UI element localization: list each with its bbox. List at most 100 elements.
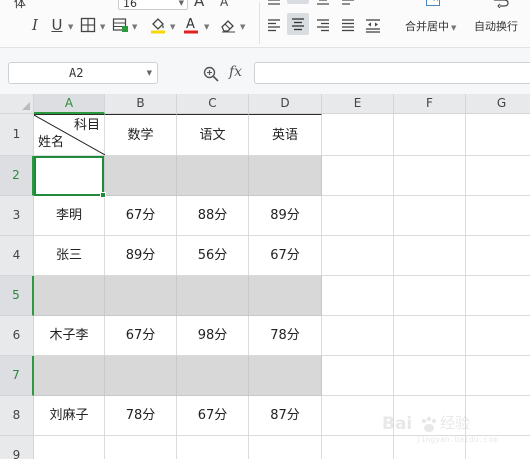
- column-header-b[interactable]: B: [105, 94, 177, 114]
- cell-c2[interactable]: [177, 156, 249, 196]
- cell-a3-name[interactable]: 李明: [34, 196, 105, 236]
- cell-d9[interactable]: [249, 436, 322, 459]
- align-bottom-icon[interactable]: [313, 0, 333, 12]
- cell-f3[interactable]: [394, 196, 466, 236]
- auto-wrap-button[interactable]: 自动换行: [470, 0, 530, 46]
- cell-e3[interactable]: [322, 196, 394, 236]
- row-header-4[interactable]: 4: [0, 236, 34, 276]
- cell-a5[interactable]: [34, 276, 105, 316]
- row-header-2[interactable]: 2: [0, 156, 34, 196]
- align-left-icon[interactable]: [264, 15, 284, 35]
- select-all-corner[interactable]: [0, 94, 34, 114]
- border-icon[interactable]: [78, 15, 98, 35]
- cell-d8-score[interactable]: 87分: [249, 396, 322, 436]
- name-box[interactable]: A2 ▼: [8, 62, 158, 84]
- align-right-icon[interactable]: [313, 15, 333, 35]
- cell-d1-subject-english[interactable]: 英语: [249, 114, 322, 156]
- chevron-down-icon[interactable]: ▼: [100, 24, 105, 31]
- cell-c3-score[interactable]: 88分: [177, 196, 249, 236]
- cell-b5[interactable]: [105, 276, 177, 316]
- cell-d2[interactable]: [249, 156, 322, 196]
- row-header-3[interactable]: 3: [0, 196, 34, 236]
- cell-e1[interactable]: [322, 114, 394, 156]
- cell-a6-name[interactable]: 木子李: [34, 316, 105, 356]
- cell-e6[interactable]: [322, 316, 394, 356]
- cell-g7[interactable]: [466, 356, 530, 396]
- column-header-f[interactable]: F: [394, 94, 466, 114]
- justify-icon[interactable]: [338, 15, 358, 35]
- font-size-combo[interactable]: 16 ▼: [118, 0, 188, 10]
- underline-button[interactable]: U: [50, 15, 64, 35]
- cell-e5[interactable]: [322, 276, 394, 316]
- cell-c9[interactable]: [177, 436, 249, 459]
- cell-f7[interactable]: [394, 356, 466, 396]
- row-header-5[interactable]: 5: [0, 276, 34, 316]
- cell-a9[interactable]: [34, 436, 105, 459]
- cell-b4-score[interactable]: 89分: [105, 236, 177, 276]
- column-header-a[interactable]: A: [34, 94, 105, 114]
- column-header-e[interactable]: E: [322, 94, 394, 114]
- column-header-c[interactable]: C: [177, 94, 249, 114]
- orientation-icon[interactable]: [338, 0, 358, 12]
- zoom-icon[interactable]: [202, 65, 220, 83]
- column-header-g[interactable]: G: [466, 94, 530, 114]
- cell-b1-subject-math[interactable]: 数学: [105, 114, 177, 156]
- fill-handle[interactable]: [100, 192, 106, 198]
- cell-f1[interactable]: [394, 114, 466, 156]
- chevron-down-icon[interactable]: ▼: [170, 24, 175, 31]
- cell-b7[interactable]: [105, 356, 177, 396]
- cell-c7[interactable]: [177, 356, 249, 396]
- cell-g1[interactable]: [466, 114, 530, 156]
- increase-font-size-button[interactable]: A: [194, 0, 204, 9]
- cell-f2[interactable]: [394, 156, 466, 196]
- active-cell-selection[interactable]: [34, 156, 106, 198]
- row-header-1[interactable]: 1: [0, 114, 34, 156]
- row-header-9[interactable]: 9: [0, 436, 34, 459]
- cell-c6-score[interactable]: 98分: [177, 316, 249, 356]
- cell-g5[interactable]: [466, 276, 530, 316]
- row-header-7[interactable]: 7: [0, 356, 34, 396]
- eraser-icon[interactable]: [218, 15, 238, 35]
- cell-g2[interactable]: [466, 156, 530, 196]
- chevron-down-icon[interactable]: ▼: [132, 24, 137, 31]
- chevron-down-icon[interactable]: ▼: [204, 24, 209, 31]
- decrease-font-size-button[interactable]: A: [220, 0, 228, 8]
- italic-button[interactable]: I: [28, 15, 42, 35]
- cell-b8-score[interactable]: 78分: [105, 396, 177, 436]
- fill-color-icon[interactable]: [148, 15, 168, 35]
- row-header-6[interactable]: 6: [0, 316, 34, 356]
- cell-e4[interactable]: [322, 236, 394, 276]
- cell-a8-name[interactable]: 刘麻子: [34, 396, 105, 436]
- cell-g4[interactable]: [466, 236, 530, 276]
- chevron-down-icon[interactable]: ▼: [68, 24, 73, 31]
- cell-c1-subject-chinese[interactable]: 语文: [177, 114, 249, 156]
- cell-c8-score[interactable]: 67分: [177, 396, 249, 436]
- column-header-d[interactable]: D: [249, 94, 322, 114]
- align-center-button[interactable]: [287, 13, 309, 35]
- row-header-8[interactable]: 8: [0, 396, 34, 436]
- chevron-down-icon[interactable]: ▼: [147, 70, 152, 77]
- align-top-icon[interactable]: [264, 0, 284, 12]
- cell-e2[interactable]: [322, 156, 394, 196]
- font-color-icon[interactable]: A: [182, 15, 200, 35]
- cell-d5[interactable]: [249, 276, 322, 316]
- cell-c5[interactable]: [177, 276, 249, 316]
- cell-f5[interactable]: [394, 276, 466, 316]
- cell-d3-score[interactable]: 89分: [249, 196, 322, 236]
- cell-d6-score[interactable]: 78分: [249, 316, 322, 356]
- cell-g6[interactable]: [466, 316, 530, 356]
- cell-b2[interactable]: [105, 156, 177, 196]
- cell-b3-score[interactable]: 67分: [105, 196, 177, 236]
- cell-b6-score[interactable]: 67分: [105, 316, 177, 356]
- font-name-combo[interactable]: 体: [14, 0, 26, 9]
- cell-b9[interactable]: [105, 436, 177, 459]
- merge-center-button[interactable]: ⇔ 合并居中 ▼: [402, 0, 466, 46]
- cell-d4-score[interactable]: 67分: [249, 236, 322, 276]
- formula-input[interactable]: [254, 62, 530, 84]
- align-middle-button[interactable]: [287, 0, 309, 4]
- function-icon[interactable]: fx: [229, 64, 242, 80]
- cell-g3[interactable]: [466, 196, 530, 236]
- cell-f4[interactable]: [394, 236, 466, 276]
- distributed-align-icon[interactable]: [362, 15, 384, 35]
- cell-a4-name[interactable]: 张三: [34, 236, 105, 276]
